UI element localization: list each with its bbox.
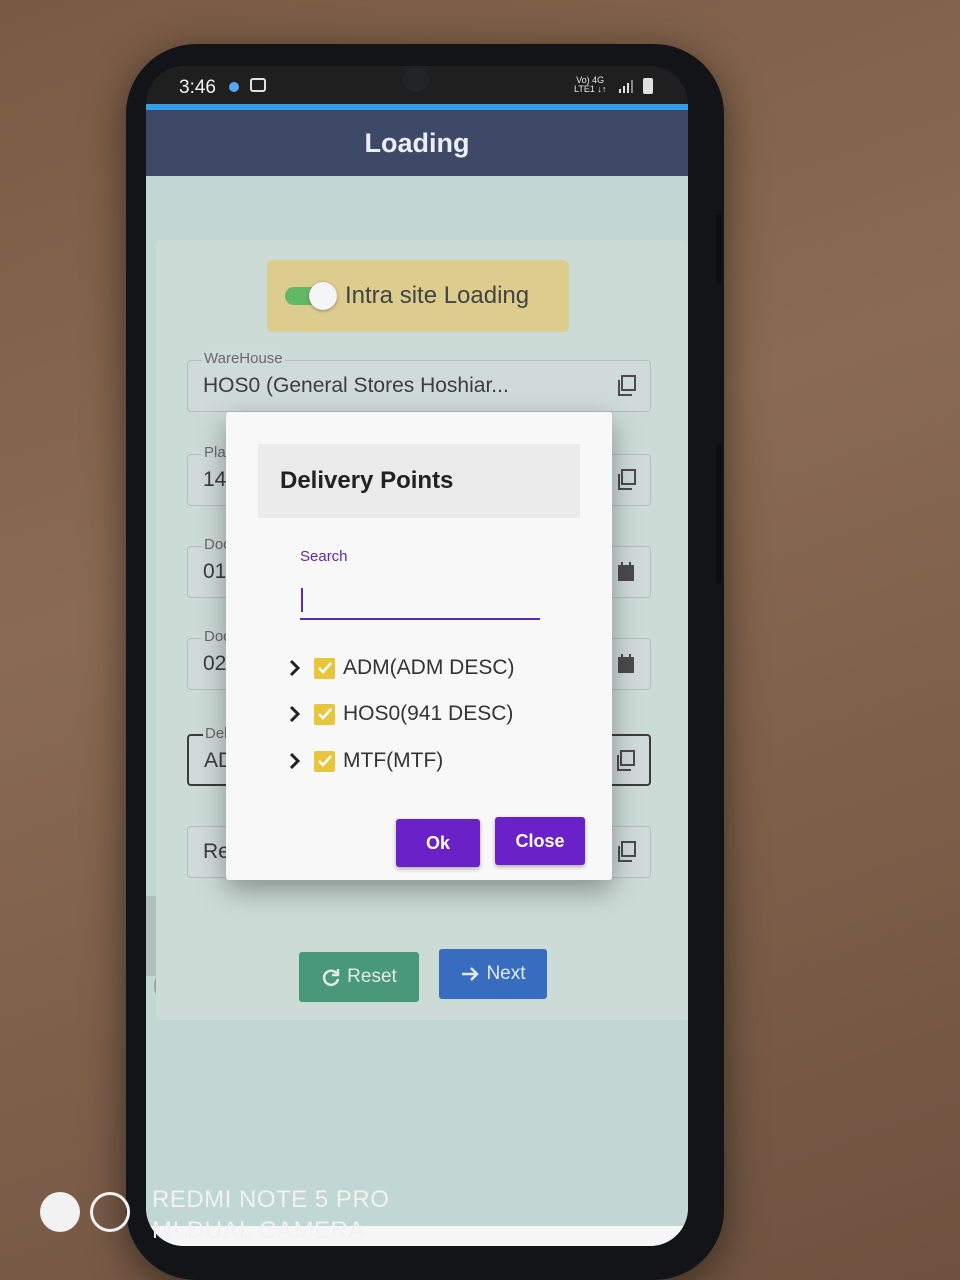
ok-label: Ok	[425, 832, 450, 853]
chevron-right-icon[interactable]	[284, 703, 306, 725]
camera-watermark-text: REDMI NOTE 5 PRO MI DUAL CAMERA	[152, 1184, 389, 1246]
watermark-dot	[40, 1192, 80, 1232]
search-label: Search	[300, 548, 348, 565]
checkbox[interactable]	[314, 703, 335, 725]
search-input[interactable]	[300, 582, 540, 620]
watermark-line-2: MI DUAL CAMERA	[152, 1217, 365, 1244]
delivery-point-item[interactable]: ADM(ADM DESC)	[284, 652, 515, 684]
watermark-ring	[90, 1192, 130, 1232]
close-button[interactable]: Close	[495, 817, 585, 865]
phone-screen: 3:46 Vo) 4G LTE1 ↓↑ Loading Intra site L…	[146, 66, 688, 1246]
watermark-line-1: REDMI NOTE 5 PRO	[152, 1186, 390, 1213]
check-icon	[317, 662, 332, 674]
delivery-point-item[interactable]: HOS0(941 DESC)	[284, 698, 513, 730]
dialog-title: Delivery Points	[280, 467, 454, 494]
dialog-header: Delivery Points	[258, 444, 580, 518]
chevron-right-icon[interactable]	[284, 750, 306, 772]
ok-button[interactable]: Ok	[396, 819, 480, 867]
delivery-point-label: ADM(ADM DESC)	[343, 656, 515, 679]
chevron-right-icon[interactable]	[284, 657, 306, 679]
delivery-point-label: MTF(MTF)	[343, 749, 444, 772]
delivery-point-item[interactable]: MTF(MTF)	[284, 745, 443, 777]
check-icon	[317, 755, 332, 767]
check-icon	[317, 708, 332, 720]
checkbox[interactable]	[314, 750, 335, 772]
delivery-points-dialog: Delivery Points Search ADM(ADM DESC) HOS…	[226, 412, 612, 880]
checkbox[interactable]	[314, 657, 335, 679]
delivery-point-label: HOS0(941 DESC)	[343, 702, 514, 725]
close-label: Close	[515, 830, 565, 851]
text-cursor	[301, 588, 303, 612]
phone-side-button	[716, 444, 722, 584]
phone-side-button	[716, 214, 722, 284]
